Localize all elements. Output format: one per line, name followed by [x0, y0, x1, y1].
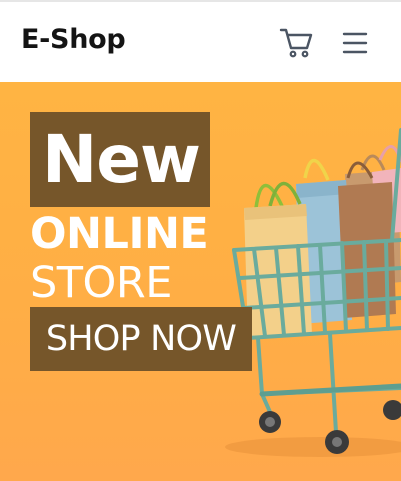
hero-line-store: STORE: [30, 258, 172, 308]
navbar: E-Shop: [0, 2, 401, 82]
hamburger-menu-icon: [342, 32, 368, 54]
cart-button[interactable]: [278, 26, 314, 60]
hero-banner[interactable]: New ONLINE STORE SHOP NOW: [0, 82, 401, 481]
hero-title-new: New: [30, 112, 210, 207]
cart-icon: [279, 28, 313, 58]
shop-now-button[interactable]: SHOP NOW: [30, 307, 252, 371]
brand-logo[interactable]: E-Shop: [21, 24, 126, 55]
hero-line-online: ONLINE: [30, 209, 209, 259]
menu-button[interactable]: [340, 30, 370, 56]
